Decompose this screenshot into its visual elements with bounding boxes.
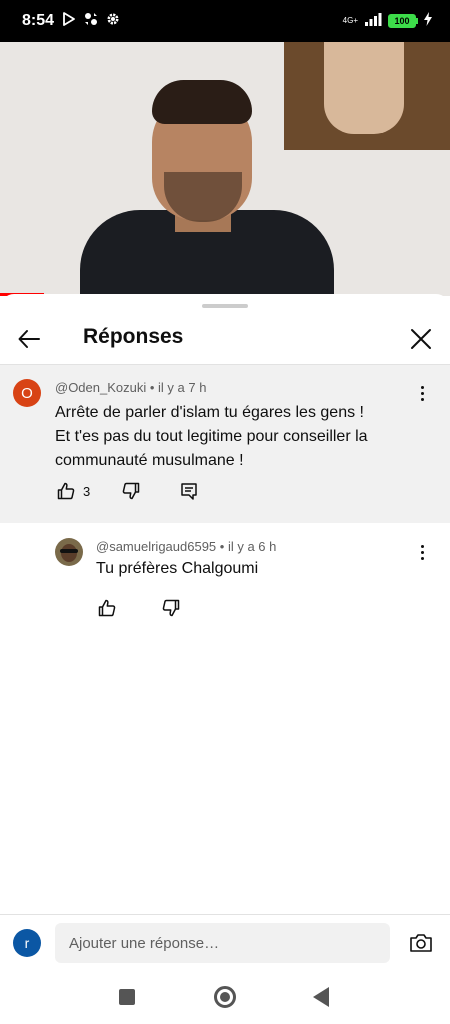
- speaker-hair: [152, 80, 252, 124]
- play-store-icon: [62, 11, 76, 31]
- thumb-up-icon: [57, 482, 75, 500]
- wall-painting: [284, 42, 450, 150]
- reply-comment-icon: [181, 483, 197, 500]
- video-player[interactable]: [0, 42, 450, 296]
- camera-icon: [410, 934, 432, 952]
- like-button[interactable]: [55, 480, 77, 502]
- like-button[interactable]: [96, 597, 118, 619]
- comment-actions: 3: [55, 480, 200, 502]
- back-arrow-icon: [18, 330, 40, 348]
- avatar[interactable]: [55, 538, 83, 566]
- reply-text: Tu préfères Chalgoumi: [96, 560, 259, 577]
- close-icon: [411, 329, 431, 349]
- signal-icon: [364, 12, 382, 31]
- system-nav-bar: [0, 972, 450, 1024]
- comment-line: Arrête de parler d'islam tu égares les g…: [55, 404, 364, 421]
- reply-meta: @samuelrigaud6595 • il y a 6 h: [96, 539, 276, 554]
- like-count: 3: [83, 483, 91, 499]
- more-vert-icon[interactable]: [412, 542, 432, 562]
- avatar[interactable]: O: [13, 379, 41, 407]
- battery-level: 100: [388, 14, 416, 28]
- close-button[interactable]: [406, 324, 436, 354]
- reply-author[interactable]: @samuelrigaud6595: [96, 539, 216, 554]
- meta-separator: •: [149, 380, 159, 395]
- meta-separator: •: [219, 539, 228, 554]
- network-type: 4G+: [342, 16, 358, 25]
- panel-header: Réponses: [0, 316, 450, 364]
- battery-icon: 100: [388, 14, 418, 28]
- comment-line: communauté musulmane !: [55, 452, 244, 469]
- reply-composer: r: [0, 914, 450, 972]
- comment-age: il y a 7 h: [158, 380, 207, 395]
- charging-bolt-icon: [424, 11, 432, 31]
- comment-author[interactable]: @Oden_Kozuki: [55, 380, 146, 395]
- back-button[interactable]: [14, 324, 44, 354]
- comment-text: Arrête de parler d'islam tu égares les g…: [55, 401, 415, 473]
- recents-button[interactable]: [119, 989, 135, 1005]
- pinwheel-icon: [84, 12, 98, 31]
- more-vert-icon[interactable]: [412, 383, 432, 403]
- drag-handle[interactable]: [202, 304, 248, 308]
- avatar[interactable]: r: [13, 929, 41, 957]
- camera-button[interactable]: [408, 931, 434, 955]
- reply-age: il y a 6 h: [227, 539, 277, 554]
- thumb-down-icon: [122, 482, 140, 500]
- dislike-button[interactable]: [120, 480, 142, 502]
- thumb-up-icon: [98, 599, 116, 617]
- comment-meta: @Oden_Kozuki • il y a 7 h: [55, 380, 206, 395]
- comment-line: Et t'es pas du tout legitime pour consei…: [55, 428, 368, 445]
- status-bar: 8:54 4G+ 100: [0, 0, 450, 42]
- status-time: 8:54: [22, 12, 55, 29]
- parent-comment: O @Oden_Kozuki • il y a 7 h Arrête de pa…: [0, 365, 450, 523]
- reply-input[interactable]: [55, 923, 390, 963]
- settings-gear-icon: [106, 12, 120, 31]
- reply-button[interactable]: [178, 480, 200, 502]
- page-title: Réponses: [83, 325, 184, 348]
- dislike-button[interactable]: [160, 597, 182, 619]
- thumb-down-icon: [162, 599, 180, 617]
- system-back-button[interactable]: [313, 987, 329, 1007]
- home-button[interactable]: [214, 986, 236, 1008]
- reply-actions: [96, 597, 182, 619]
